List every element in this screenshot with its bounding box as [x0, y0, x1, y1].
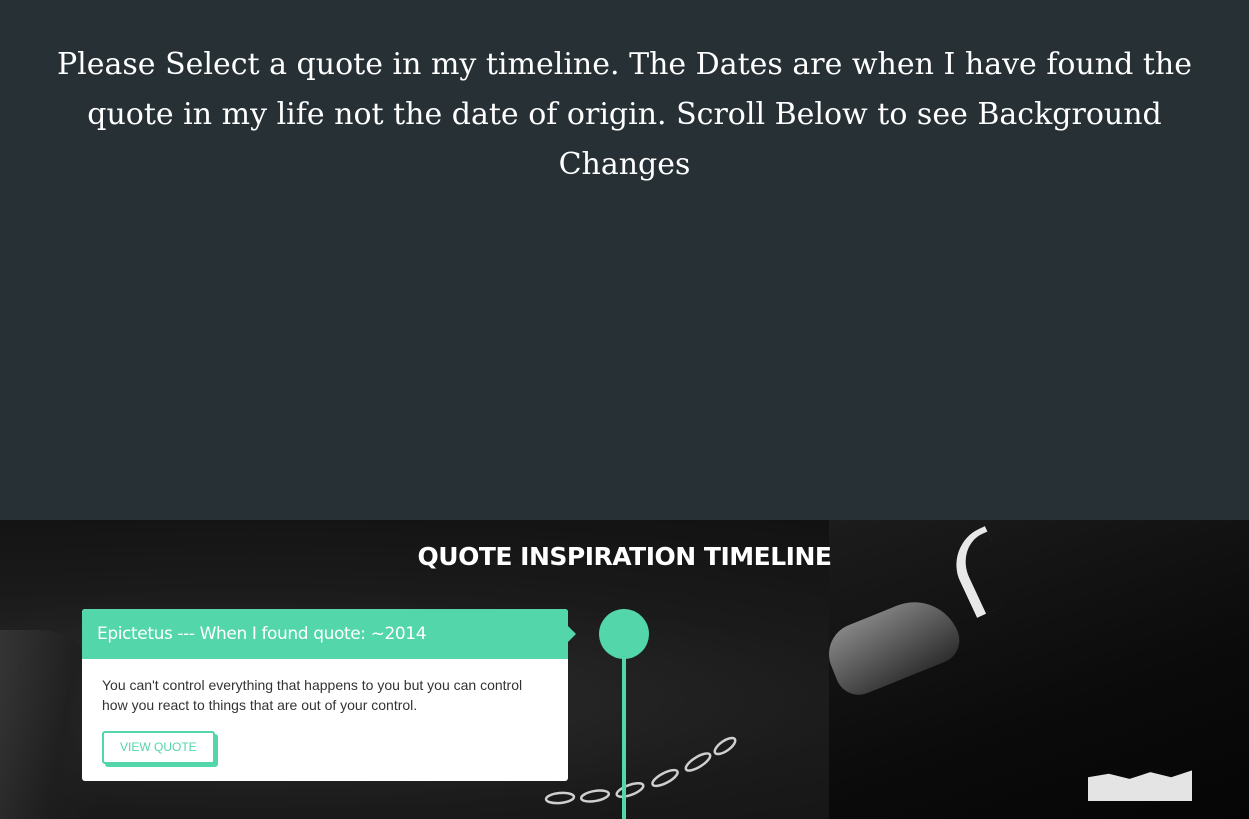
view-quote-button[interactable]: VIEW QUOTE [102, 731, 215, 764]
card-pointer-arrow [568, 626, 576, 642]
timeline-card: Epictetus --- When I found quote: ~2014 … [82, 609, 576, 781]
timeline-dot[interactable] [599, 609, 649, 659]
timeline-line [622, 658, 626, 819]
intro-instructions: Please Select a quote in my timeline. Th… [56, 47, 1193, 182]
timeline-card-header: Epictetus --- When I found quote: ~2014 [82, 609, 576, 659]
intro-section: Please Select a quote in my timeline. Th… [0, 0, 1249, 520]
timeline-section: QUOTE INSPIRATION TIMELINE Epictetus ---… [0, 520, 1249, 819]
quote-text: You can't control everything that happen… [102, 677, 523, 713]
timeline-card-body: You can't control everything that happen… [82, 659, 568, 764]
timeline-card-title: Epictetus --- When I found quote: ~2014 [97, 624, 427, 644]
page: Please Select a quote in my timeline. Th… [0, 0, 1249, 819]
timeline-title: QUOTE INSPIRATION TIMELINE [417, 542, 832, 571]
